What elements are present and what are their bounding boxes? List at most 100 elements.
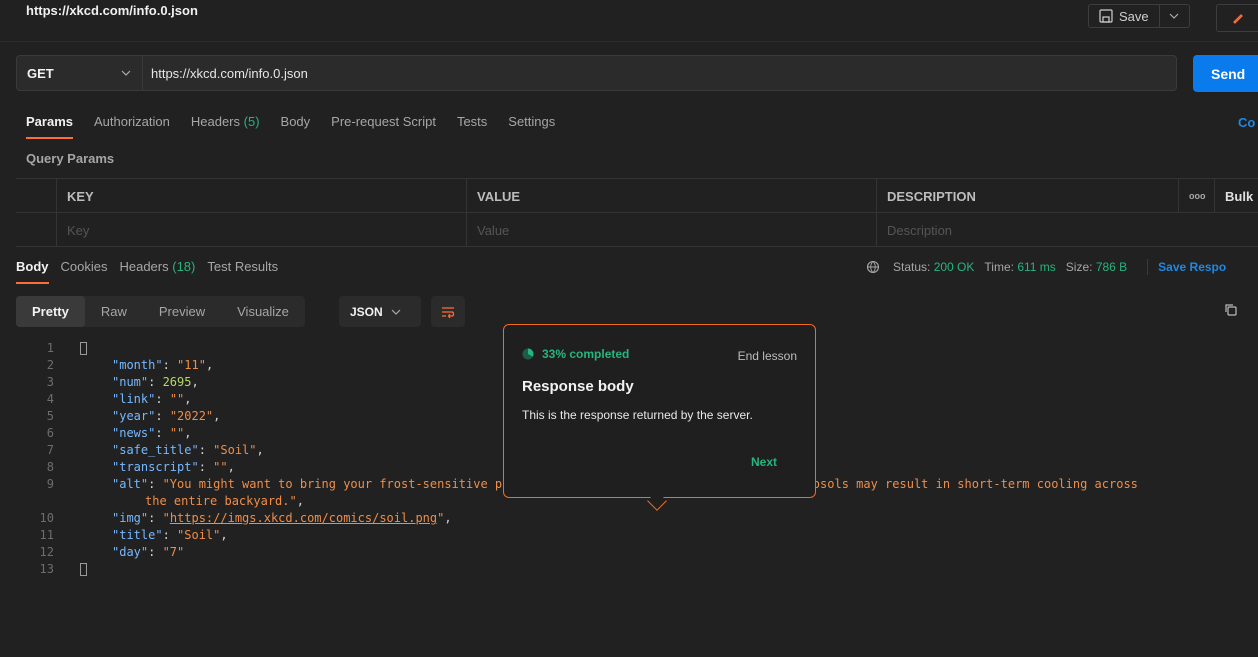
line-number: 12 — [39, 545, 54, 559]
tab-pretty[interactable]: Pretty — [16, 296, 85, 327]
globe-icon[interactable] — [866, 260, 881, 275]
code-line: 12 "day": "7" — [0, 544, 1258, 561]
edit-button[interactable] — [1216, 4, 1258, 32]
tab-headers-label: Headers — [190, 114, 241, 129]
save-button-group: Save — [1088, 4, 1190, 28]
tab-test-results[interactable]: Test Results — [207, 259, 278, 274]
save-button[interactable]: Save — [1089, 5, 1159, 27]
lesson-progress: 33% completed — [522, 347, 629, 361]
status-label: Status: — [893, 260, 931, 274]
line-number: 3 — [46, 375, 54, 389]
json-key: "alt" — [112, 477, 149, 491]
format-label: JSON — [350, 304, 383, 319]
json-value: "11" — [177, 358, 206, 372]
tab-cookies[interactable]: Cookies — [61, 259, 108, 274]
json-key: "year" — [112, 409, 156, 423]
tab-params[interactable]: Params — [26, 114, 73, 139]
next-button[interactable]: Next — [751, 455, 777, 469]
response-headers-count: (18) — [172, 259, 196, 274]
json-key: "num" — [112, 375, 149, 389]
json-key: "transcript" — [112, 460, 199, 474]
time-text: Time: 611 ms — [984, 260, 1055, 274]
tab-visualize[interactable]: Visualize — [221, 296, 305, 327]
json-key: "news" — [112, 426, 156, 440]
time-value: 611 ms — [1017, 260, 1056, 274]
request-tabs: Params Authorization Headers (5) Body Pr… — [26, 114, 576, 139]
json-key: "safe_title" — [112, 443, 199, 457]
description-input[interactable]: Description — [876, 213, 1258, 247]
value-header: VALUE — [466, 179, 876, 213]
progress-pie-icon — [522, 348, 534, 360]
tab-tests[interactable]: Tests — [457, 114, 487, 129]
value-input[interactable]: Value — [466, 213, 876, 247]
line-number: 2 — [46, 358, 54, 372]
tab-settings[interactable]: Settings — [508, 114, 555, 129]
size-value: 786 B — [1095, 260, 1128, 274]
line-number: 11 — [39, 528, 54, 542]
chevron-down-icon — [391, 309, 401, 315]
divider — [1147, 259, 1149, 275]
request-title[interactable]: https://xkcd.com/info.0.json — [26, 3, 198, 18]
description-header: DESCRIPTION — [876, 179, 1178, 213]
response-status-bar: Status: 200 OK Time: 611 ms Size: 786 B … — [866, 259, 1226, 275]
tab-pre-request-script[interactable]: Pre-request Script — [331, 114, 436, 129]
tab-headers[interactable]: Headers (5) — [191, 114, 260, 129]
tab-authorization[interactable]: Authorization — [94, 114, 170, 129]
line-number: 5 — [46, 409, 54, 423]
key-header: KEY — [56, 179, 466, 213]
line-number: 1 — [46, 341, 54, 355]
json-value: the entire backyard." — [145, 494, 297, 508]
tab-preview[interactable]: Preview — [143, 296, 221, 327]
json-value: "Soil" — [177, 528, 221, 542]
line-number: 8 — [46, 460, 54, 474]
image-url-link[interactable]: https://imgs.xkcd.com/comics/soil.png — [170, 511, 437, 525]
close-brace-marker — [80, 563, 87, 576]
json-key: "month" — [112, 358, 163, 372]
line-number: 6 — [46, 426, 54, 440]
json-value: "7" — [162, 545, 185, 559]
line-number: 7 — [46, 443, 54, 457]
json-key: "day" — [112, 545, 149, 559]
copy-icon — [1225, 304, 1237, 316]
code-line: 11 "title": "Soil", — [0, 527, 1258, 544]
more-options-icon[interactable]: ooo — [1178, 179, 1214, 213]
table-header-row: KEY VALUE DESCRIPTION ooo Bulk — [16, 179, 1258, 213]
format-select[interactable]: JSON — [339, 296, 421, 327]
line-number: 10 — [39, 511, 54, 525]
table-row: Key Value Description — [16, 213, 1258, 247]
pencil-icon — [1232, 14, 1243, 24]
copy-button[interactable] — [1224, 303, 1238, 320]
json-value: "" — [169, 392, 185, 406]
lesson-title: Response body — [522, 378, 634, 395]
json-key: "link" — [112, 392, 156, 406]
status-value: 200 OK — [933, 260, 975, 274]
save-response-button[interactable]: Save Respo — [1158, 260, 1226, 274]
cookies-link[interactable]: Co — [1238, 115, 1255, 130]
json-key: "img" — [112, 511, 149, 525]
method-label: GET — [27, 65, 54, 81]
open-brace-marker — [80, 342, 87, 355]
send-button[interactable]: Send — [1193, 55, 1258, 92]
tab-response-headers[interactable]: Headers (18) — [119, 259, 195, 274]
tab-response-headers-label: Headers — [119, 259, 169, 274]
size-text: Size: 786 B — [1066, 260, 1127, 274]
url-input[interactable]: https://xkcd.com/info.0.json — [143, 55, 1177, 91]
end-lesson-button[interactable]: End lesson — [738, 349, 797, 363]
query-params-table: KEY VALUE DESCRIPTION ooo Bulk Key Value… — [16, 178, 1258, 247]
tab-response-body[interactable]: Body — [16, 259, 49, 284]
chevron-down-icon — [1169, 13, 1179, 19]
wrap-lines-button[interactable] — [431, 296, 465, 327]
key-input[interactable]: Key — [56, 213, 466, 247]
tab-raw[interactable]: Raw — [85, 296, 143, 327]
response-tabs: Body Cookies Headers (18) Test Results — [16, 259, 290, 284]
chevron-down-icon — [121, 70, 131, 76]
method-select[interactable]: GET — [16, 55, 143, 91]
bulk-edit-link[interactable]: Bulk — [1214, 179, 1258, 213]
line-number: 13 — [39, 562, 54, 576]
view-mode-tabs: Pretty Raw Preview Visualize — [16, 296, 305, 327]
tab-body[interactable]: Body — [281, 114, 311, 129]
query-params-title: Query Params — [26, 151, 115, 166]
status-text: Status: 200 OK — [893, 260, 974, 274]
wrap-lines-icon — [442, 306, 455, 318]
save-options-button[interactable] — [1158, 5, 1189, 27]
